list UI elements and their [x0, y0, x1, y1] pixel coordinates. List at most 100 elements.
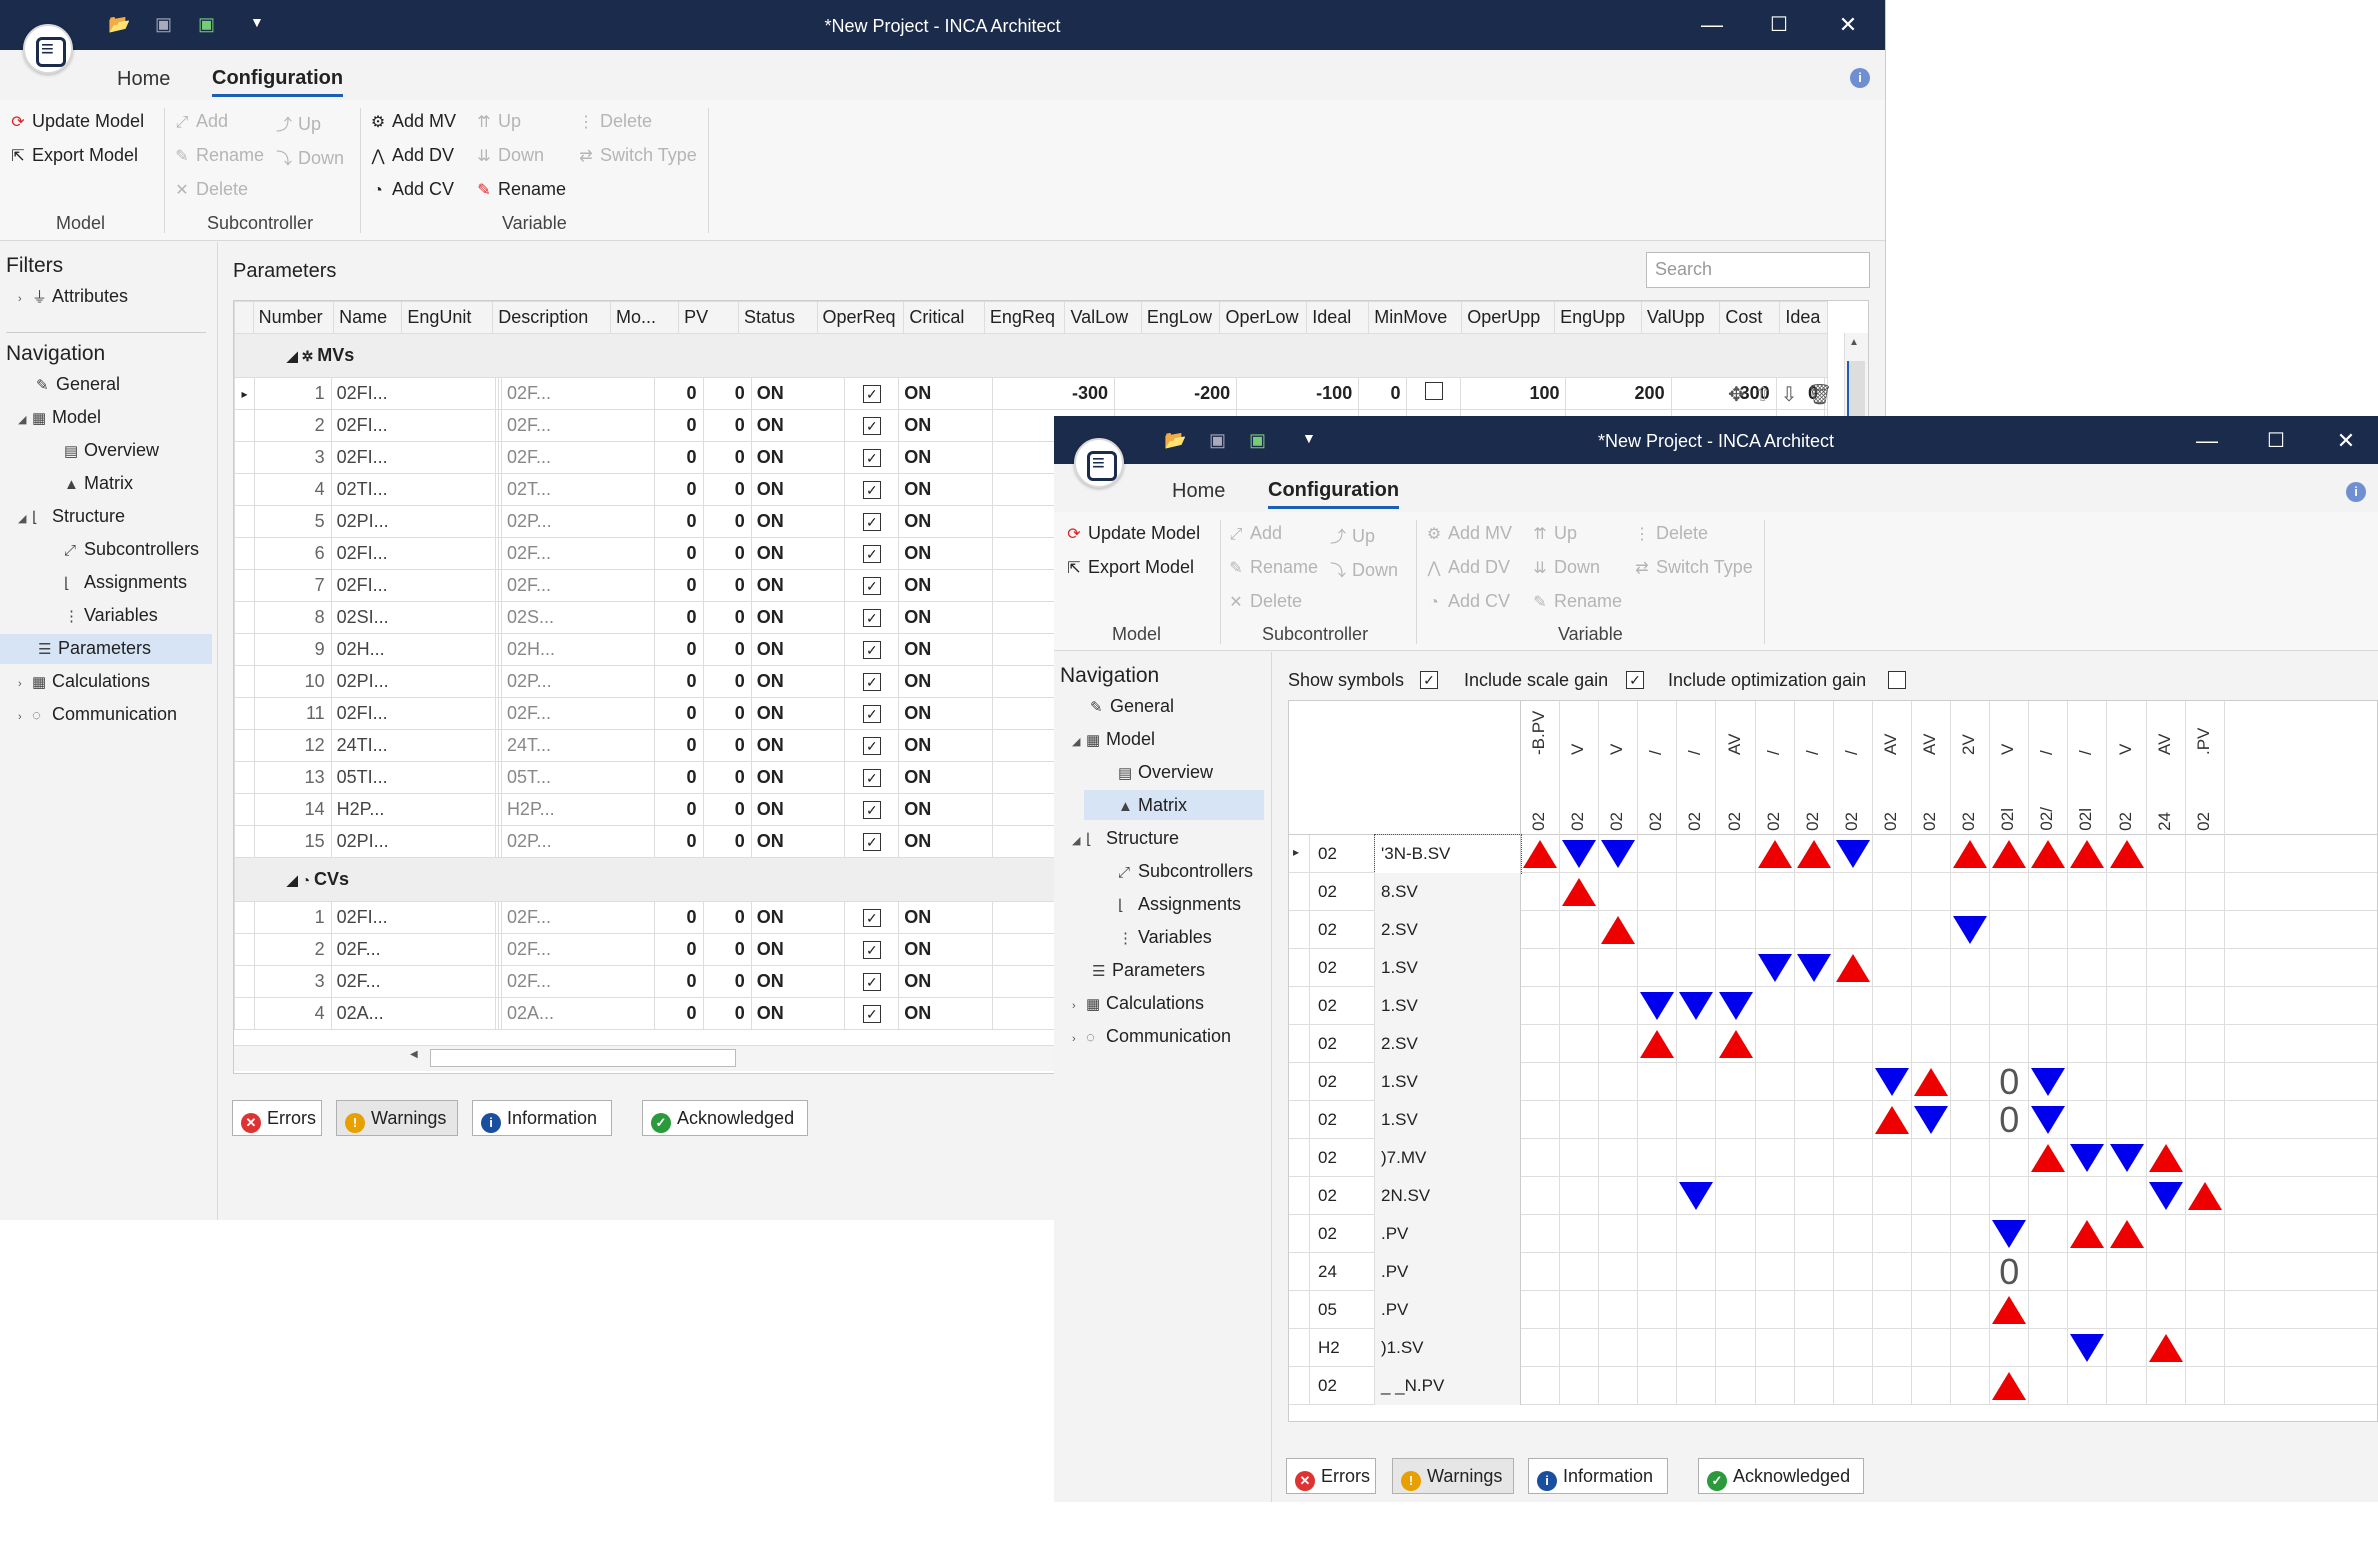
matrix-cell[interactable]: [1717, 1063, 1756, 1101]
cell-engreq[interactable]: ON: [898, 633, 993, 666]
cell-name[interactable]: 02FI...: [330, 697, 497, 730]
critical-checkbox[interactable]: ✓: [862, 705, 881, 723]
matrix-row[interactable]: 02 _ _N.PV: [1289, 1367, 2377, 1405]
matrix-cell[interactable]: [1795, 911, 1834, 949]
matrix-cell[interactable]: [1912, 1101, 1952, 1139]
matrix-cell[interactable]: [2147, 987, 2186, 1025]
matrix-cell[interactable]: [1951, 949, 1991, 987]
column-header[interactable]: Number: [252, 301, 335, 334]
matrix-cell[interactable]: [1677, 835, 1717, 873]
tab-configuration[interactable]: Configuration: [1268, 479, 1400, 509]
matrix-cell[interactable]: [2029, 1101, 2069, 1139]
matrix-cell[interactable]: 0: [1990, 1251, 2030, 1292]
matrix-cell[interactable]: [1795, 1367, 1834, 1405]
rename-subcontroller-button[interactable]: ✎ Rename: [1226, 557, 1318, 578]
matrix-cell[interactable]: [1951, 1063, 1991, 1101]
cell-engreq[interactable]: ON: [898, 761, 993, 794]
matrix-cell[interactable]: [1599, 911, 1639, 949]
cell-critical[interactable]: ✓: [844, 537, 900, 570]
matrix-column[interactable]: V 02: [2108, 701, 2147, 835]
cell-critical[interactable]: ✓: [844, 569, 900, 602]
cell-number[interactable]: 11: [253, 697, 332, 730]
matrix-cell[interactable]: [1951, 835, 1991, 873]
matrix-cell[interactable]: [1834, 987, 1873, 1025]
matrix-cell[interactable]: [1717, 949, 1756, 987]
critical-checkbox[interactable]: ✓: [862, 941, 881, 959]
matrix-cell[interactable]: [1521, 987, 1561, 1025]
collapse-icon[interactable]: ◢ ◔: [287, 872, 314, 888]
matrix-cell[interactable]: [1873, 1291, 1912, 1329]
column-header[interactable]: ValLow: [1064, 301, 1142, 334]
matrix-cell[interactable]: [1677, 1025, 1717, 1063]
critical-checkbox[interactable]: ✓: [862, 449, 881, 467]
cell-number[interactable]: 3: [253, 441, 332, 474]
cell-engupp[interactable]: 200: [1565, 377, 1672, 410]
matrix-cell[interactable]: [1795, 1101, 1834, 1139]
row-selector[interactable]: [234, 901, 255, 934]
cell-status[interactable]: 0: [702, 697, 752, 730]
cell-engreq[interactable]: ON: [898, 441, 993, 474]
matrix-cell[interactable]: [1951, 1215, 1991, 1253]
cell-mo[interactable]: 02F...: [500, 933, 656, 966]
row-selector[interactable]: [234, 633, 255, 666]
matrix-cell[interactable]: [2108, 1063, 2147, 1101]
matrix-row[interactable]: 02 8.SV: [1289, 873, 2377, 911]
matrix-cell[interactable]: [1795, 1253, 1834, 1291]
matrix-row[interactable]: ▸ 02'3N-B.SV: [1289, 834, 2377, 874]
matrix-cell[interactable]: [2108, 1291, 2147, 1329]
matrix-cell[interactable]: [1873, 1215, 1912, 1253]
matrix-cell[interactable]: [1717, 1101, 1756, 1139]
cell-status[interactable]: 0: [702, 377, 752, 410]
cell-status[interactable]: 0: [702, 569, 752, 602]
cell-status[interactable]: 0: [702, 665, 752, 698]
row-selector[interactable]: [234, 825, 255, 858]
matrix-row[interactable]: 02 .PV: [1289, 1215, 2377, 1253]
warnings-button[interactable]: ! Warnings: [1392, 1458, 1514, 1494]
cell-mo[interactable]: 05T...: [500, 761, 656, 794]
matrix-cell[interactable]: [1717, 1139, 1756, 1177]
matrix-cell[interactable]: [1717, 1329, 1756, 1367]
column-header[interactable]: EngLow: [1140, 301, 1221, 334]
matrix-cell[interactable]: [2186, 1291, 2225, 1329]
cell-engreq[interactable]: ON: [898, 697, 993, 730]
matrix-column[interactable]: 2V 02: [1951, 701, 1991, 835]
matrix-column[interactable]: / 02: [1677, 701, 1717, 835]
cell-critical[interactable]: ✓: [844, 505, 900, 538]
matrix-cell[interactable]: [1990, 1025, 2030, 1063]
matrix-cell[interactable]: [1990, 873, 2030, 911]
matrix-cell[interactable]: [1521, 949, 1561, 987]
cell-operreq[interactable]: ON: [750, 505, 846, 538]
cell-name[interactable]: 02PI...: [330, 825, 497, 858]
column-header[interactable]: ValUpp: [1640, 301, 1721, 334]
cell-operreq[interactable]: ON: [750, 793, 846, 826]
cell-critical[interactable]: ✓: [844, 473, 900, 506]
cell-mo[interactable]: 02A...: [500, 997, 656, 1030]
matrix-cell[interactable]: [1599, 1329, 1639, 1367]
variable-up-button[interactable]: ⇈ Up: [1530, 523, 1577, 544]
matrix-cell[interactable]: [2108, 1101, 2147, 1139]
row-selector[interactable]: [234, 761, 255, 794]
matrix-cell[interactable]: [1677, 1139, 1717, 1177]
matrix-cell[interactable]: [1795, 1139, 1834, 1177]
cell-critical[interactable]: ✓: [844, 901, 900, 934]
matrix-cell[interactable]: [2029, 1291, 2069, 1329]
matrix-cell[interactable]: [2068, 911, 2108, 949]
nav-general[interactable]: ✎ General: [22, 374, 120, 395]
info-icon[interactable]: i: [1850, 68, 1870, 88]
cell-name[interactable]: 02FI...: [330, 441, 497, 474]
add-mv-button[interactable]: ⚙ Add MV: [1424, 523, 1512, 544]
matrix-cell[interactable]: [1912, 1025, 1952, 1063]
column-header[interactable]: Idea: [1779, 301, 1828, 334]
cell-operreq[interactable]: ON: [750, 825, 846, 858]
include-optimization-gain-checkbox[interactable]: [1888, 671, 1906, 689]
row-selector[interactable]: [234, 505, 255, 538]
matrix-cell[interactable]: [1873, 911, 1912, 949]
matrix-cell[interactable]: [1599, 1215, 1639, 1253]
matrix-cell[interactable]: [1834, 1025, 1873, 1063]
cell-status[interactable]: 0: [702, 901, 752, 934]
collapse-icon[interactable]: ◢ ✲: [287, 348, 317, 364]
matrix-column[interactable]: V 02: [1599, 701, 1639, 835]
matrix-cell[interactable]: [1873, 1367, 1912, 1405]
column-header[interactable]: Cost: [1719, 301, 1781, 334]
matrix-cell[interactable]: [1717, 987, 1756, 1025]
